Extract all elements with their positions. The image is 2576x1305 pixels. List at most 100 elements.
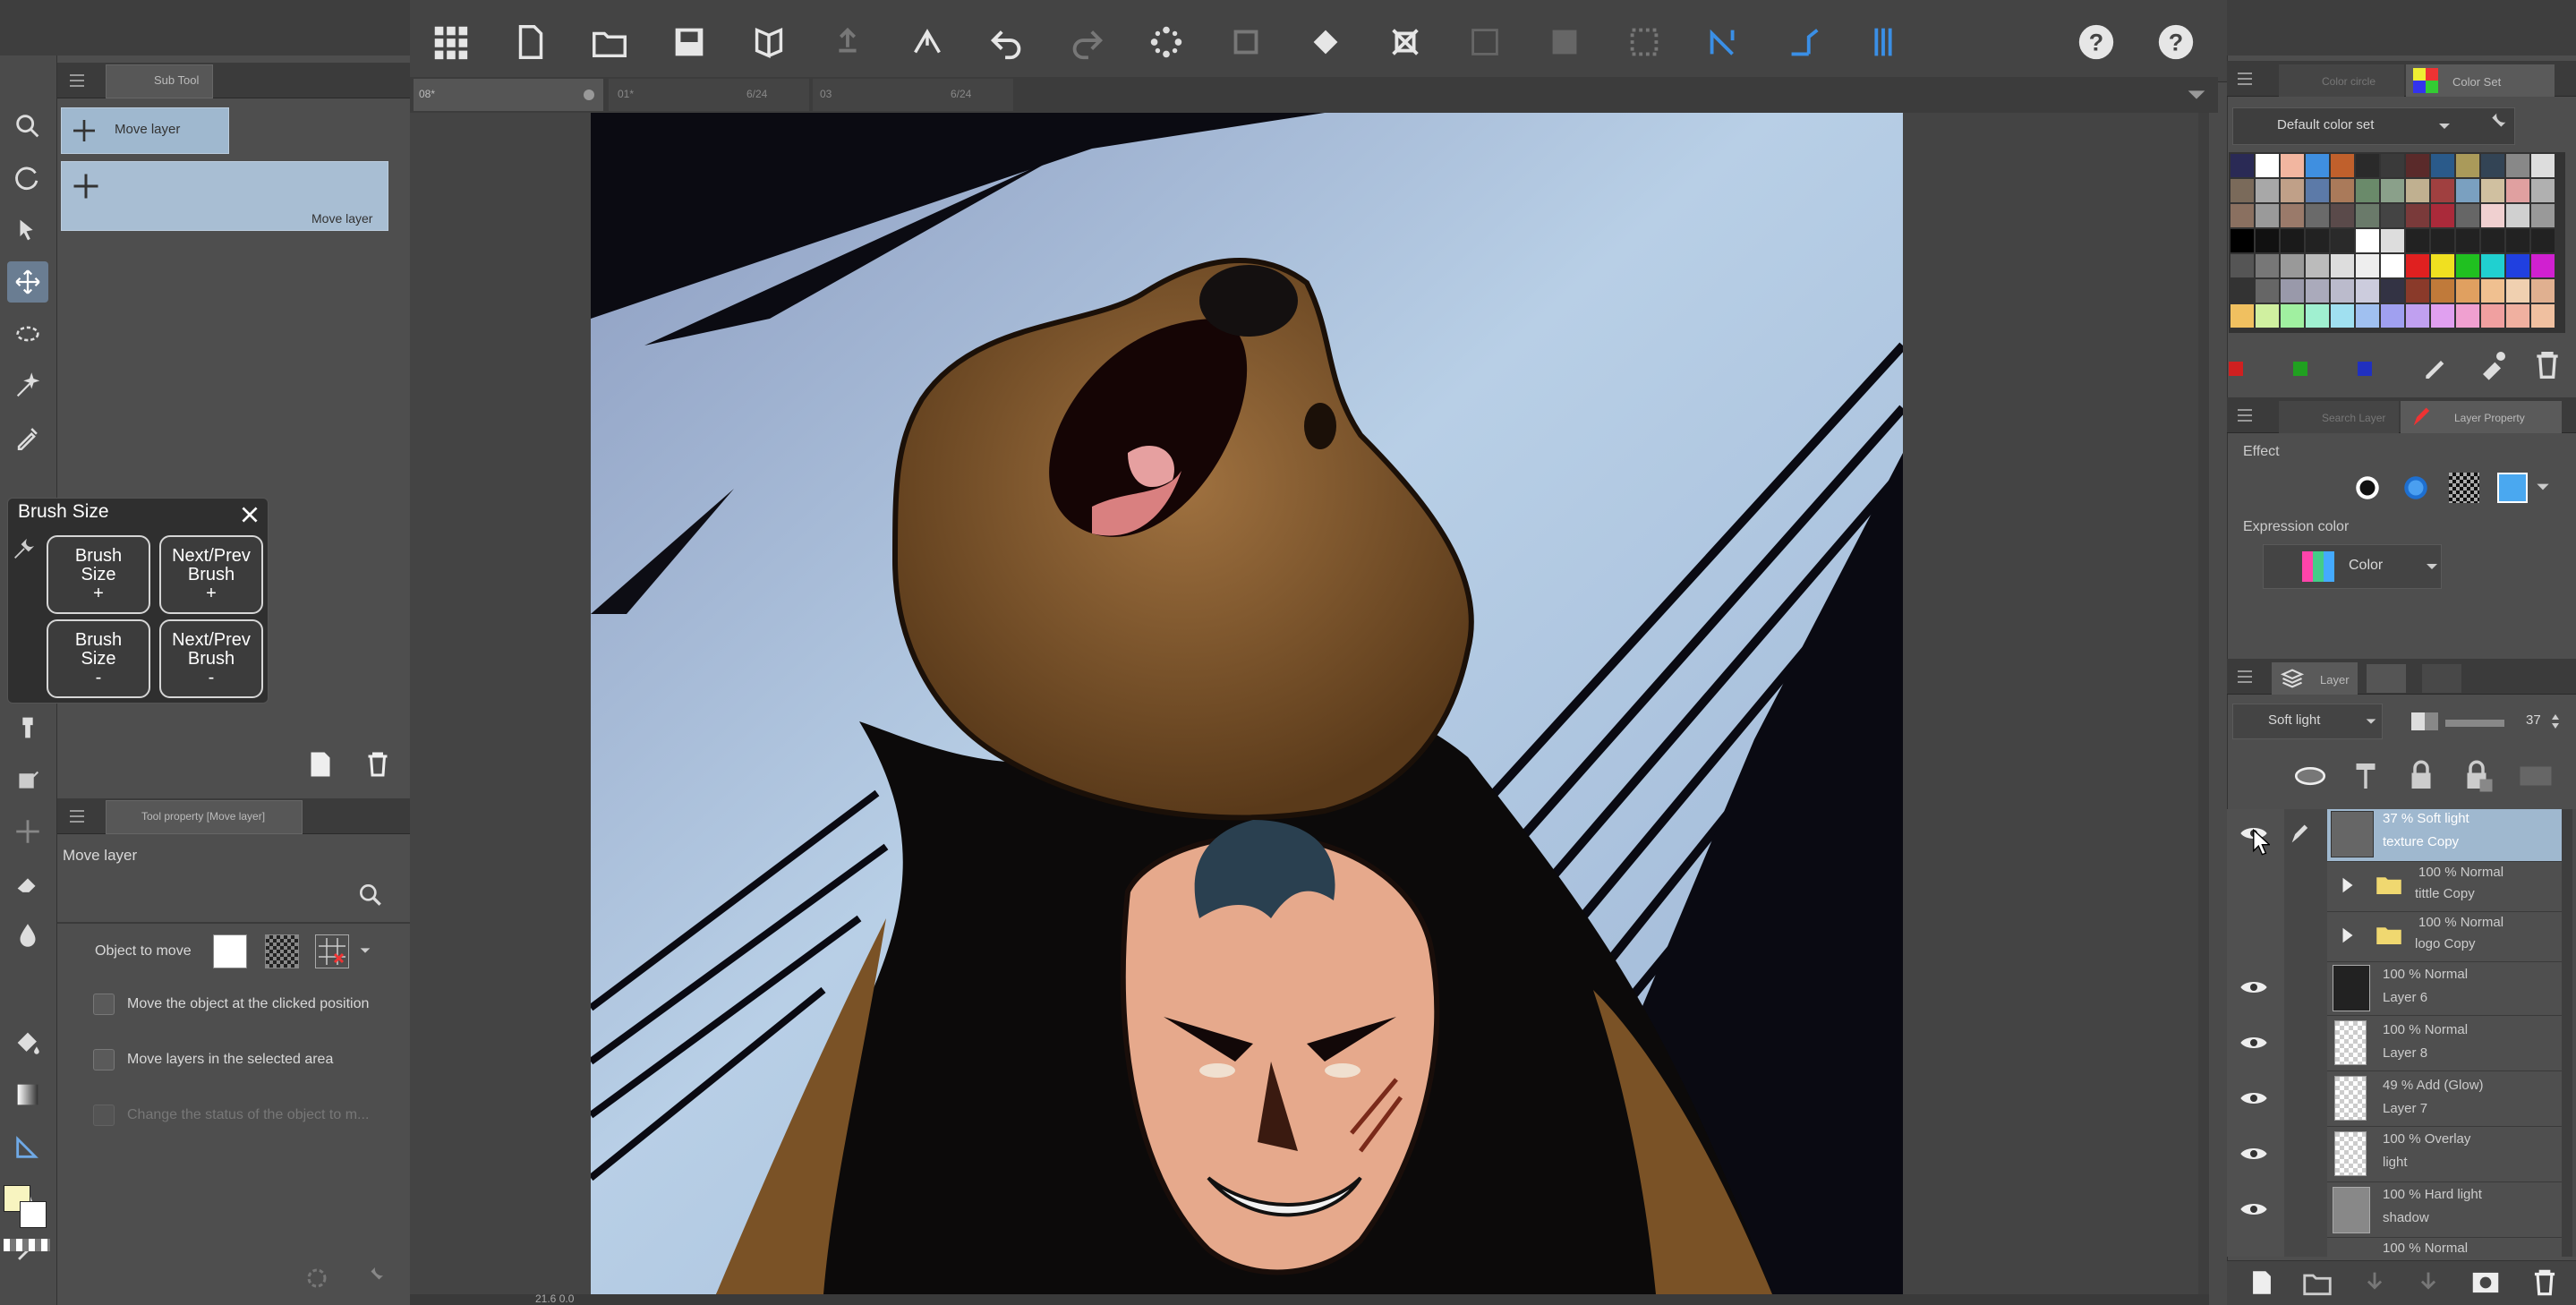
opacity-spinner-icon[interactable] [2549,711,2562,732]
object-move-pattern-button[interactable] [265,934,299,968]
object-move-page-button[interactable] [213,934,247,968]
grid-snap-icon[interactable] [1863,21,1904,67]
layer-mask-icon[interactable] [2469,1266,2503,1300]
delete-layer-icon[interactable] [2528,1266,2562,1300]
brush-size-plus-button[interactable]: Brush Size + [47,535,150,614]
eyedropper-tool-icon[interactable] [7,417,48,458]
brush-tool-icon[interactable] [7,707,48,748]
green-indicator[interactable] [2293,362,2307,376]
redo-icon[interactable] [1066,21,1107,67]
canvas-tab-3[interactable] [813,79,1013,111]
layer-tab-2-icon[interactable] [2367,664,2406,693]
prev-brush-button[interactable]: Next/Prev Brush - [159,619,263,698]
layer-eye-icon[interactable] [2239,1033,2268,1053]
folder-expand-icon[interactable] [2340,875,2356,895]
toolprop-menu-icon[interactable] [66,806,88,827]
decoration-tool-icon[interactable] [7,811,48,852]
lock-layer-icon[interactable] [2402,757,2440,795]
layer-panel-menu-icon[interactable] [2234,666,2256,687]
layer-eye-icon[interactable] [2239,1199,2268,1219]
help-icon[interactable]: ? [2076,21,2117,67]
transfer-down-icon[interactable] [2359,1266,2390,1300]
canvas-tab-1[interactable] [414,79,603,111]
color-swatch-grid[interactable] [2229,152,2565,333]
ruler-snap-icon[interactable] [1703,21,1744,67]
effect-tone-icon[interactable] [2449,473,2479,503]
help-2-icon[interactable]: ? [2155,21,2196,67]
new-subtool-icon[interactable] [304,746,337,782]
blend-tool-icon[interactable] [7,915,48,956]
effect-border-icon[interactable] [2352,473,2383,503]
delete-color-icon[interactable] [2529,347,2565,383]
layer-pen-icon[interactable] [2288,822,2313,847]
clear-selection-icon[interactable] [1464,21,1506,67]
canvas-horizontal-scrollbar[interactable] [410,1294,2209,1305]
eyedropper-icon[interactable] [2418,347,2454,383]
brush-size-minus-button[interactable]: Brush Size - [47,619,150,698]
layer-scrollbar[interactable] [2562,809,2572,1257]
object-move-dropdown-icon[interactable] [356,943,374,958]
folder-expand-icon[interactable] [2340,925,2356,945]
new-folder-icon[interactable] [2300,1266,2334,1300]
close-icon[interactable] [238,503,261,526]
toolprop-search-icon[interactable] [356,881,385,909]
merge-down-icon[interactable] [2413,1266,2444,1300]
opacity-slider[interactable] [2445,720,2504,727]
grid-menu-icon[interactable] [430,21,471,67]
delete-subtool-icon[interactable] [362,746,394,782]
selection-tool-icon[interactable] [7,313,48,354]
sparkle-icon[interactable] [1146,21,1187,67]
share-icon[interactable] [907,21,948,67]
color-set-settings-icon[interactable] [2476,107,2512,143]
object-move-ruler-button[interactable] [315,934,349,968]
canvas-tab-2[interactable] [609,79,809,111]
subtool-menu-icon[interactable] [66,70,88,91]
eraser-tool-icon[interactable] [7,863,48,904]
artwork-canvas[interactable] [591,113,1903,1294]
option-checkbox-3[interactable] [93,1105,115,1126]
new-file-icon[interactable] [510,21,551,67]
option-checkbox-1[interactable] [93,994,115,1015]
fill-tool-icon[interactable] [7,1022,48,1063]
save-icon[interactable] [669,21,710,67]
scale-transform-icon[interactable] [1385,21,1426,67]
mask-layer-icon[interactable] [2513,757,2558,795]
new-raster-layer-icon[interactable] [2247,1266,2277,1300]
effect-layer-color-icon[interactable] [2497,473,2528,503]
sub-color-swatch[interactable] [20,1201,47,1228]
layer-eye-icon[interactable] [2239,977,2268,997]
blue-indicator[interactable] [2358,362,2372,376]
color-panel-menu-icon[interactable] [2234,68,2256,90]
transform-box-icon[interactable] [1225,21,1267,67]
canvas-tab-1-close-icon[interactable] [584,90,594,100]
open-folder-icon[interactable] [589,21,630,67]
object-tool-icon[interactable] [7,209,48,251]
special-ruler-snap-icon[interactable] [1783,21,1824,67]
airbrush-tool-icon[interactable] [7,759,48,800]
effect-dropdown-icon[interactable] [2533,478,2553,496]
ruler-tool-icon[interactable] [7,1126,48,1167]
add-color-icon[interactable] [2474,347,2510,383]
opacity-slider-icon[interactable] [2411,712,2438,730]
toolprop-settings-icon[interactable] [301,1262,333,1294]
layerprop-menu-icon[interactable] [2234,405,2256,426]
transparent-color-swatch[interactable] [4,1239,50,1251]
fill-bucket-icon[interactable] [1305,21,1346,67]
upload-icon[interactable] [827,21,868,67]
red-indicator[interactable] [2229,362,2243,376]
export-icon[interactable] [748,21,789,67]
gradient-tool-icon[interactable] [7,1074,48,1115]
clip-layer-icon[interactable] [2291,757,2329,795]
next-brush-button[interactable]: Next/Prev Brush + [159,535,263,614]
invert-selection-icon[interactable] [1544,21,1585,67]
undo-icon[interactable] [986,21,1028,67]
layer-eye-icon[interactable] [2239,1144,2268,1164]
layer-eye-icon[interactable] [2239,1088,2268,1108]
wrench-icon[interactable] [11,537,36,562]
rotate-tool-icon[interactable] [7,158,48,199]
canvas-vertical-scrollbar[interactable] [2198,113,2209,1294]
option-checkbox-2[interactable] [93,1049,115,1070]
effect-extract-line-icon[interactable] [2401,473,2431,503]
move-layer-tool-icon[interactable] [7,261,48,303]
toolprop-wrench-icon[interactable] [356,1262,388,1294]
